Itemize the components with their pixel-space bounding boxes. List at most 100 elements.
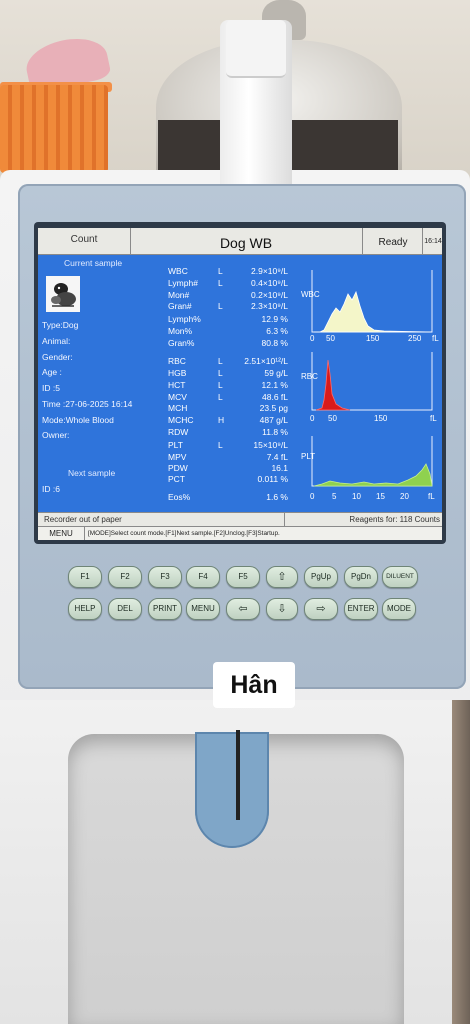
result-name: PLT — [168, 440, 183, 450]
diluent-key[interactable]: DILUENT — [382, 566, 418, 588]
owner-field: Owner: — [42, 430, 70, 440]
count-tab[interactable]: Count — [38, 228, 131, 254]
wbc-tick-0: 0 — [310, 334, 315, 343]
pgup-key[interactable]: PgUp — [304, 566, 338, 588]
wbc-axis-label: WBC — [301, 290, 320, 299]
bottle-cap — [226, 20, 286, 78]
left-arrow-key[interactable]: ⇦ — [226, 598, 260, 620]
result-name: Eos% — [168, 492, 191, 502]
result-name: WBC — [168, 266, 188, 276]
result-value: 12.1 % — [261, 380, 288, 390]
time-field: Time :27-06-2025 16:14 — [42, 399, 133, 409]
result-flag: L — [218, 368, 223, 378]
next-sample-label: Next sample — [68, 468, 116, 478]
result-value: 23.5 pg — [259, 403, 288, 413]
result-value: 0.4×10⁹/L — [251, 278, 288, 288]
rbc-curve — [315, 359, 351, 411]
wbc-tick-50: 50 — [326, 334, 335, 343]
help-hint: [MODE]Select count mode.[F1]Next sample.… — [88, 530, 280, 537]
result-value: 16.1 — [271, 463, 288, 473]
result-name: Lymph# — [168, 278, 198, 288]
rbc-tick-0: 0 — [310, 414, 315, 423]
pgdn-key[interactable]: PgDn — [344, 566, 378, 588]
result-name: Gran% — [168, 338, 195, 348]
rbc-histogram — [300, 350, 440, 414]
result-flag: H — [218, 415, 225, 425]
next-id-field: ID :6 — [42, 484, 60, 494]
reagent-counter: Reagents for: 118 Counts — [349, 515, 440, 524]
id-field: ID :5 — [42, 383, 60, 393]
result-name: Gran# — [168, 301, 192, 311]
screen-top-bar: Count Dog WB Ready 16:14 — [38, 228, 442, 255]
result-value: 0.2×10⁹/L — [251, 290, 288, 300]
plt-tick-5: 5 — [332, 492, 337, 501]
wbc-histogram — [300, 268, 440, 338]
result-value: 2.51×10¹²/L — [244, 356, 288, 366]
sample-probe[interactable] — [236, 730, 240, 820]
result-name: MPV — [168, 452, 187, 462]
wbc-tick-150: 150 — [366, 334, 380, 343]
result-value: 11.8 % — [262, 427, 288, 437]
screen-title: Dog WB — [219, 235, 273, 251]
right-arrow-key[interactable]: ⇨ — [304, 598, 338, 620]
result-value: 2.3×10⁹/L — [251, 301, 288, 311]
wbc-unit: fL — [432, 334, 439, 343]
help-bar: MENU [MODE]Select count mode.[F1]Next sa… — [38, 526, 442, 540]
result-name: Mon# — [168, 290, 190, 300]
result-name: MCH — [168, 403, 188, 413]
result-name: RDW — [168, 427, 189, 437]
up-arrow-key[interactable]: ⇧ — [266, 566, 298, 588]
rbc-axis-label: RBC — [301, 372, 318, 381]
result-value: 6.3 % — [266, 326, 288, 336]
result-name: HGB — [168, 368, 187, 378]
result-value: 7.4 fL — [266, 452, 288, 462]
status-bar: Recorder out of paper Reagents for: 118 … — [38, 512, 442, 527]
result-flag: L — [218, 301, 223, 311]
help-menu-label[interactable]: MENU — [38, 527, 85, 540]
f5-key[interactable]: F5 — [226, 566, 260, 588]
gender-field: Gender: — [42, 352, 73, 362]
f4-key[interactable]: F4 — [186, 566, 220, 588]
f3-key[interactable]: F3 — [148, 566, 182, 588]
del-key[interactable]: DEL — [108, 598, 142, 620]
result-flag: L — [218, 266, 223, 276]
result-flag: L — [218, 392, 223, 402]
result-value: 0.011 % — [257, 474, 288, 484]
help-key[interactable]: HELP — [68, 598, 102, 620]
plt-tick-15: 15 — [376, 492, 385, 501]
result-name: MCHC — [168, 415, 194, 425]
print-key[interactable]: PRINT — [148, 598, 182, 620]
keypad: F1 F2 F3 F4 F5 ⇧ PgUp PgDn DILUENT HELP … — [62, 558, 422, 628]
probe-holder — [195, 732, 269, 848]
result-name: HCT — [168, 380, 186, 390]
result-flag: L — [218, 440, 223, 450]
mode-key[interactable]: MODE — [382, 598, 416, 620]
result-value: 1.6 % — [266, 492, 288, 502]
mode-field: Mode:Whole Blood — [42, 415, 114, 425]
animal-field: Animal: — [42, 336, 71, 346]
result-flag: L — [218, 380, 223, 390]
result-value: 59 g/L — [264, 368, 288, 378]
f2-key[interactable]: F2 — [108, 566, 142, 588]
plt-tick-20: 20 — [400, 492, 409, 501]
down-arrow-key[interactable]: ⇩ — [266, 598, 298, 620]
result-name: PDW — [168, 463, 188, 473]
result-name: Lymph% — [168, 314, 201, 324]
name-tag-overlay: Hân — [213, 662, 295, 708]
recorder-message: Recorder out of paper — [44, 513, 285, 527]
f1-key[interactable]: F1 — [68, 566, 102, 588]
plt-curve — [313, 463, 433, 487]
result-value: 12.9 % — [261, 314, 288, 324]
age-field: Age : — [42, 367, 62, 377]
result-name: MCV — [168, 392, 187, 402]
wbc-tick-250: 250 — [408, 334, 422, 343]
rbc-tick-50: 50 — [328, 414, 337, 423]
plt-tick-10: 10 — [352, 492, 361, 501]
current-sample-label: Current sample — [64, 258, 123, 268]
rbc-unit: fL — [430, 414, 437, 423]
menu-key[interactable]: MENU — [186, 598, 220, 620]
clock: 16:14 — [422, 228, 442, 254]
result-name: RBC — [168, 356, 186, 366]
enter-key[interactable]: ENTER — [344, 598, 378, 620]
result-flag: L — [218, 278, 223, 288]
